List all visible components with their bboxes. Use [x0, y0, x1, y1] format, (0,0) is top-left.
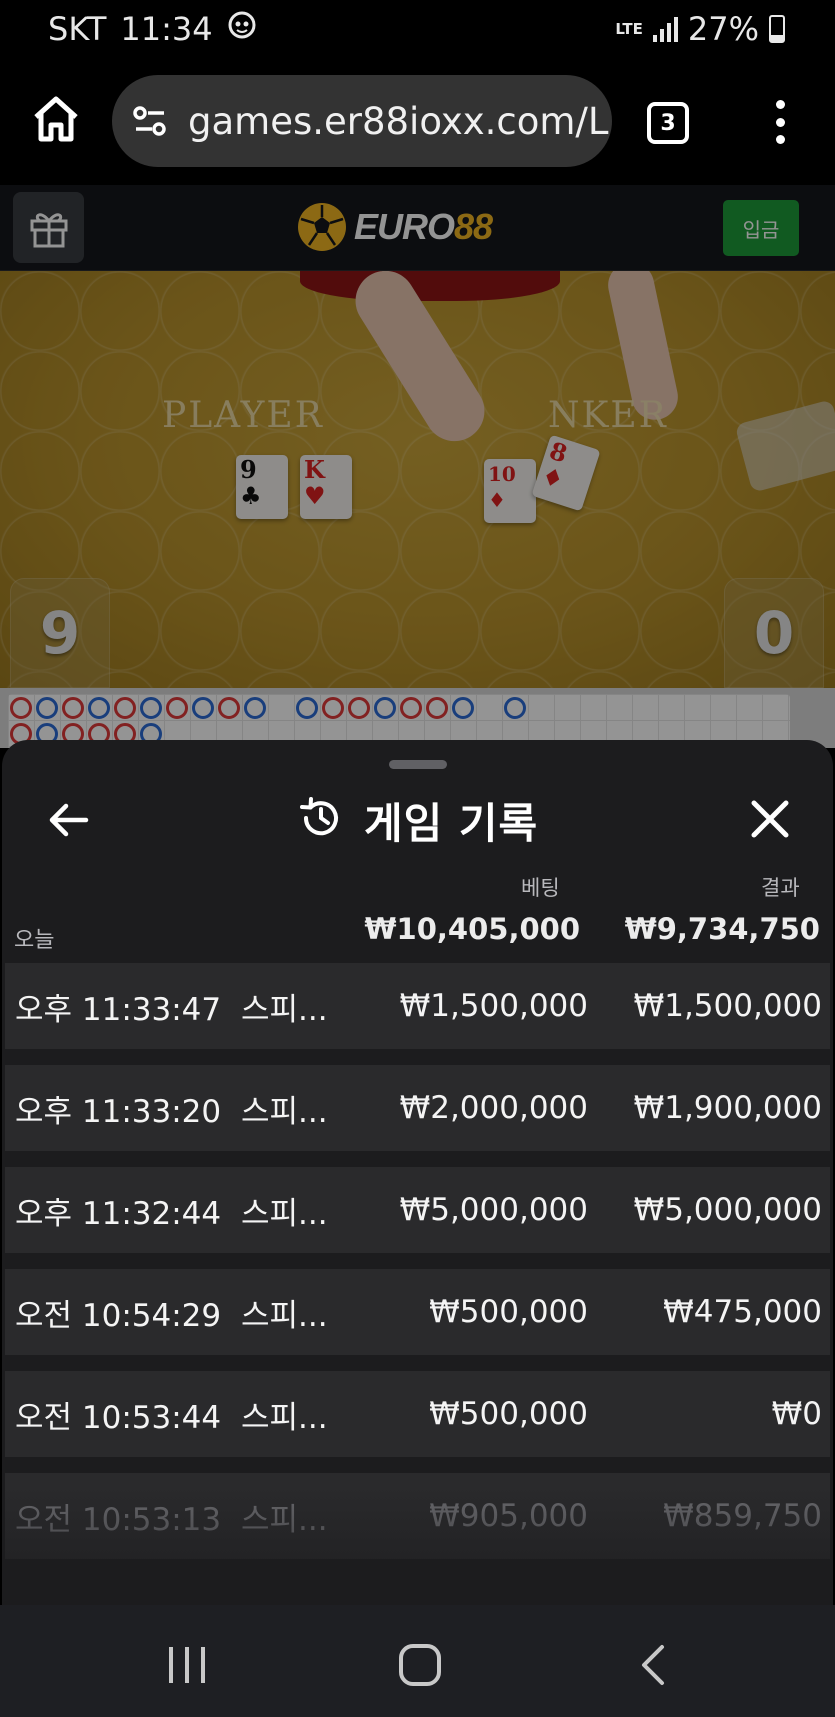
clock-label: 11:34 — [120, 10, 213, 48]
today-result-total: ₩9,734,750 — [624, 912, 820, 946]
browser-toolbar: games.er88ioxx.com/L 3 — [0, 60, 835, 185]
row-bet: ₩500,000 — [429, 1294, 588, 1330]
url-text: games.er88ioxx.com/L — [188, 99, 609, 143]
address-bar[interactable]: games.er88ioxx.com/L — [112, 75, 612, 167]
game-history-sheet: 게임 기록 베팅 결과 오늘 ₩10,405,000 ₩9,734,750 오후… — [2, 740, 833, 1605]
row-result: ₩859,750 — [663, 1498, 822, 1534]
close-icon[interactable] — [749, 798, 791, 840]
tab-count: 3 — [660, 110, 676, 136]
row-game: 스피... — [241, 1195, 328, 1232]
row-bet: ₩905,000 — [429, 1498, 588, 1534]
history-row[interactable]: 오후 11:32:44 스피... ₩5,000,000 ₩5,000,000 — [5, 1167, 830, 1253]
row-result: ₩5,000,000 — [633, 1192, 822, 1228]
tabs-icon[interactable]: 3 — [647, 102, 689, 144]
title-text: 게임 기록 — [364, 798, 539, 848]
network-type: LTE — [615, 20, 643, 38]
today-label: 오늘 — [14, 928, 55, 953]
bet-column-header: 베팅 — [521, 876, 560, 900]
row-bet: ₩500,000 — [429, 1396, 588, 1432]
signal-icon — [652, 16, 678, 42]
home-nav-icon[interactable] — [396, 1641, 444, 1689]
status-left: SKT 11:34 — [48, 10, 257, 48]
history-icon — [298, 795, 344, 845]
row-bet: ₩2,000,000 — [399, 1090, 588, 1126]
row-time: 오전 10:53:44 — [15, 1399, 222, 1436]
row-game: 스피... — [241, 991, 328, 1028]
row-bet: ₩1,500,000 — [399, 988, 588, 1024]
history-row[interactable]: 오전 10:53:44 스피... ₩500,000 ₩0 — [5, 1371, 830, 1457]
result-column-header: 결과 — [761, 876, 800, 900]
history-row[interactable]: 오전 10:54:29 스피... ₩500,000 ₩475,000 — [5, 1269, 830, 1355]
row-game: 스피... — [241, 1297, 328, 1334]
row-time: 오후 11:33:20 — [15, 1093, 222, 1130]
history-row[interactable]: 오전 10:53:13 스피... ₩905,000 ₩859,750 — [5, 1473, 830, 1559]
carrier-label: SKT — [48, 10, 107, 48]
status-right: LTE 27% — [615, 10, 785, 48]
row-bet: ₩5,000,000 — [399, 1192, 588, 1228]
row-result: ₩475,000 — [663, 1294, 822, 1330]
system-nav-bar — [0, 1605, 835, 1717]
modal-backdrop[interactable] — [0, 185, 835, 748]
row-time: 오후 11:33:47 — [15, 991, 222, 1028]
battery-icon — [769, 15, 785, 43]
history-row[interactable]: 오후 11:33:20 스피... ₩2,000,000 ₩1,900,000 — [5, 1065, 830, 1151]
back-arrow-icon[interactable] — [46, 798, 90, 842]
sheet-drag-handle[interactable] — [389, 760, 447, 769]
tune-icon[interactable] — [130, 101, 170, 141]
row-time: 오전 10:53:13 — [15, 1501, 222, 1538]
row-result: ₩1,900,000 — [633, 1090, 822, 1126]
more-icon[interactable] — [770, 100, 790, 144]
battery-percent: 27% — [687, 10, 759, 48]
today-bet-total: ₩10,405,000 — [364, 912, 580, 946]
row-game: 스피... — [241, 1093, 328, 1130]
home-icon[interactable] — [30, 93, 82, 145]
recents-icon[interactable] — [163, 1641, 211, 1689]
row-result: ₩0 — [771, 1396, 822, 1432]
back-nav-icon[interactable] — [630, 1641, 678, 1689]
status-bar: SKT 11:34 LTE 27% — [0, 0, 835, 60]
row-time: 오전 10:54:29 — [15, 1297, 222, 1334]
history-row[interactable]: 오후 11:33:47 스피... ₩1,500,000 ₩1,500,000 — [5, 963, 830, 1049]
row-time: 오후 11:32:44 — [15, 1195, 222, 1232]
notification-icon — [227, 10, 257, 48]
row-game: 스피... — [241, 1501, 328, 1538]
row-game: 스피... — [241, 1399, 328, 1436]
row-result: ₩1,500,000 — [633, 988, 822, 1024]
sheet-title: 게임 기록 — [298, 790, 538, 850]
